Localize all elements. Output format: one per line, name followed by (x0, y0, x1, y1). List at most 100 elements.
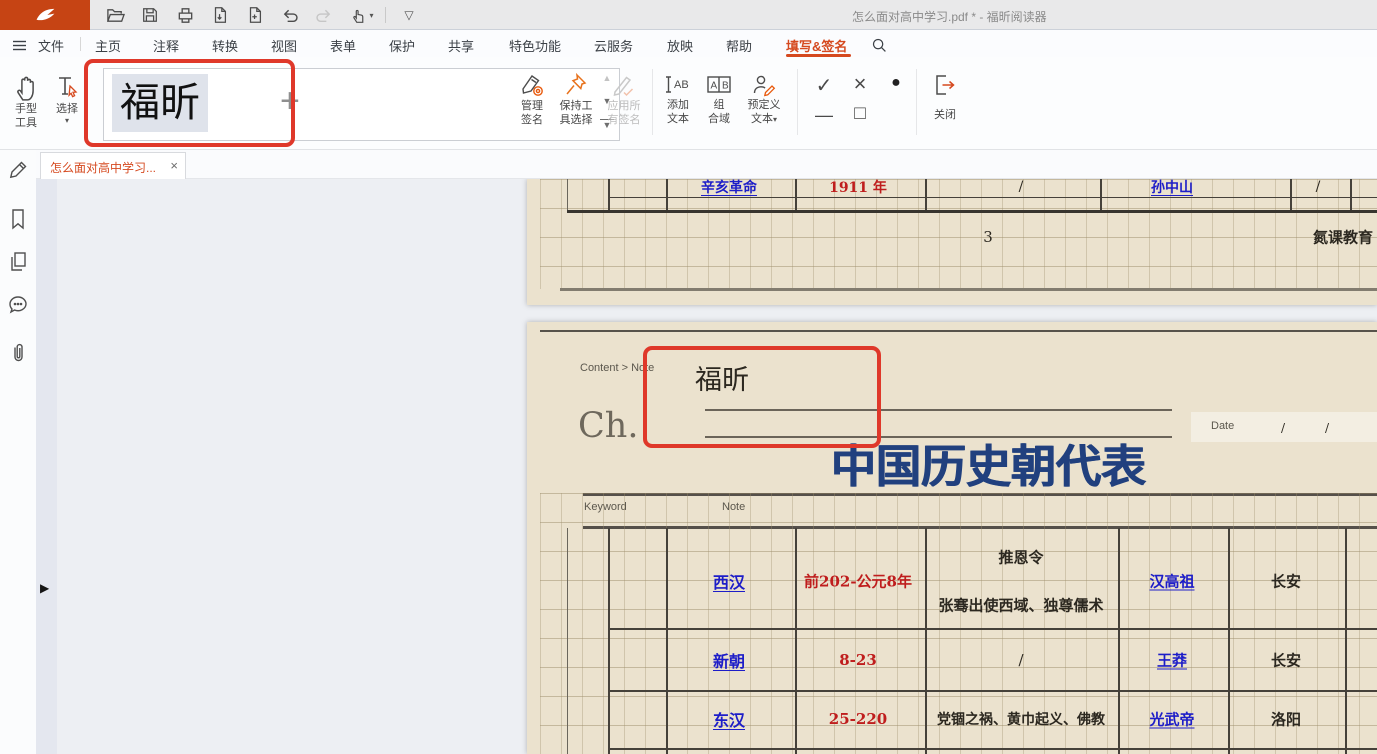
new-document-icon[interactable] (244, 5, 266, 25)
print-icon[interactable] (174, 5, 196, 25)
menubar: 文件 主页 注释 转换 视图 表单 保护 共享 特色功能 云服务 放映 帮助 填… (0, 30, 1377, 57)
pdf-text-period: 1911 年 (829, 179, 887, 197)
apply-all-signatures-button[interactable]: 应用所 有签名 (600, 72, 648, 127)
table-link-founder[interactable]: 光武帝 (1149, 709, 1194, 730)
table-row-border (608, 690, 1377, 692)
table-cell-note-top: 推恩令 (998, 547, 1043, 568)
document-tabbar: 怎么面对高中学习... × (36, 150, 1377, 179)
add-text-button[interactable]: AB 添加 文本 (658, 72, 698, 126)
menu-item-view[interactable]: 视图 (271, 36, 297, 55)
attachments-icon[interactable] (7, 341, 29, 365)
panel-expand-handle[interactable]: ▶ (40, 581, 49, 595)
close-fill-sign-button[interactable]: 关闭 (925, 72, 965, 122)
menu-item-features[interactable]: 特色功能 (509, 36, 561, 55)
table-cell-capital: 洛阳 (1271, 709, 1301, 730)
annotate-pencil-icon[interactable] (7, 159, 29, 181)
cross-stamp-button[interactable]: × (848, 71, 872, 97)
manage-signature-button[interactable]: 管理 签名 (510, 72, 554, 127)
pdf-link-xinhai[interactable]: 辛亥革命 (701, 179, 757, 197)
date-slash-1: / (1281, 421, 1285, 435)
ribbon-separator (916, 69, 917, 135)
menu-item-fill-sign[interactable]: 填写&签名 (786, 36, 847, 55)
comments-icon[interactable] (7, 294, 30, 316)
date-label: Date (1211, 420, 1234, 432)
pdf-text-note: / (1019, 179, 1024, 195)
redo-icon[interactable] (312, 5, 334, 25)
hand-tool-button[interactable]: 手型 工具 (6, 74, 46, 130)
add-signature-button[interactable]: + (280, 77, 300, 125)
export-page-icon[interactable] (209, 5, 231, 25)
chapter-label: Ch. (578, 406, 638, 446)
open-file-icon[interactable] (104, 5, 126, 25)
breadcrumb: Content > Note (580, 362, 654, 374)
predefined-text-button[interactable]: 预定义 文本▾ (741, 72, 787, 126)
table-cell-period: 25-220 (829, 710, 887, 728)
document-viewport: ▶ 辛亥革命 1911 年 / 孙中山 / 3 氮课教育 (36, 179, 1377, 754)
menu-item-home[interactable]: 主页 (95, 36, 121, 55)
titlebar: ▾ ▽ 怎么面对高中学习.pdf * - 福昕阅读器 (0, 0, 1377, 30)
menu-item-present[interactable]: 放映 (667, 36, 693, 55)
foxit-logo-icon (30, 5, 60, 25)
keep-tool-selected-button[interactable]: 保持工 具选择 (554, 72, 598, 127)
window-title: 怎么面对高中学习.pdf * - 福昕阅读器 (852, 8, 1047, 25)
left-panel-sidebar (0, 150, 36, 754)
combine-field-button[interactable]: A B 组 合域 (699, 72, 739, 126)
menu-item-share[interactable]: 共享 (448, 36, 474, 55)
pages-icon[interactable] (7, 250, 29, 274)
check-stamp-button[interactable]: ✓ (812, 73, 836, 98)
menu-item-protect[interactable]: 保护 (389, 36, 415, 55)
save-icon[interactable] (139, 5, 161, 25)
menu-item-comment[interactable]: 注释 (153, 36, 179, 55)
table-cell-note-bottom: 张骞出使西域、独尊儒术 (938, 595, 1103, 616)
svg-text:B: B (722, 81, 729, 92)
table-link-dynasty[interactable]: 西汉 (713, 569, 745, 593)
ribbon-separator (652, 69, 653, 135)
menu-separator (80, 37, 81, 51)
dot-stamp-button[interactable]: ● (884, 74, 908, 92)
app-logo[interactable] (0, 0, 90, 30)
table-cell-period: 8-23 (839, 651, 877, 669)
ribbon-fill-sign: 手型 工具 选择 ▾ 福昕 + ▲ ▼ ▼ 管理 签名 (0, 57, 1377, 150)
tab-close-icon[interactable]: × (170, 158, 178, 173)
signature-line-1 (705, 409, 1172, 411)
page-title: 中国历史朝代表 (790, 430, 1186, 495)
brand-watermark: 氮课教育 (1313, 227, 1373, 248)
ribbon-separator (797, 69, 798, 135)
select-caret-icon: ▾ (65, 116, 69, 126)
pdf-text-capital: / (1316, 179, 1321, 195)
square-stamp-button[interactable]: □ (848, 103, 872, 125)
menu-item-help[interactable]: 帮助 (726, 36, 752, 55)
pdf-link-sunzhongshan[interactable]: 孙中山 (1151, 179, 1193, 197)
nav-panel-gutter (36, 179, 57, 754)
select-tool-button[interactable]: 选择 ▾ (48, 74, 86, 126)
table-row-border (608, 748, 1377, 750)
menu-item-cloud[interactable]: 云服务 (594, 36, 633, 55)
page-footer-rule (560, 288, 1377, 291)
line-stamp-button[interactable]: — (812, 105, 836, 126)
table-link-founder[interactable]: 王莽 (1157, 650, 1187, 671)
svg-text:A: A (711, 81, 718, 92)
qat-customize-icon[interactable]: ▽ (398, 5, 420, 25)
table-link-dynasty[interactable]: 新朝 (713, 648, 745, 672)
table-cell-capital: 长安 (1271, 571, 1301, 592)
menu-item-convert[interactable]: 转换 (212, 36, 238, 55)
hand-select-icon[interactable]: ▾ (345, 5, 379, 25)
document-tab[interactable]: 怎么面对高中学习... × (40, 152, 186, 179)
menu-item-form[interactable]: 表单 (330, 36, 356, 55)
table-link-founder[interactable]: 汉高祖 (1149, 571, 1194, 592)
table-cell-note: / (1018, 651, 1023, 669)
table-row-border (608, 628, 1377, 630)
signature-preview[interactable]: 福昕 (112, 74, 208, 132)
bookmarks-icon[interactable] (7, 207, 29, 231)
placed-signature[interactable]: 福昕 (695, 358, 749, 397)
app-window: ▾ ▽ 怎么面对高中学习.pdf * - 福昕阅读器 文件 主页 注释 转换 视… (0, 0, 1377, 754)
tab-title: 怎么面对高中学习... (50, 159, 156, 176)
search-icon[interactable] (868, 35, 890, 55)
predefined-caret-icon: ▾ (773, 115, 777, 124)
date-slash-2: / (1325, 421, 1329, 435)
table-link-dynasty[interactable]: 东汉 (713, 707, 745, 731)
menu-item-file[interactable]: 文件 (38, 36, 64, 55)
pdf-page-1: 辛亥革命 1911 年 / 孙中山 / 3 氮课教育 (527, 179, 1377, 305)
hamburger-icon[interactable] (8, 35, 30, 55)
undo-icon[interactable] (279, 5, 301, 25)
